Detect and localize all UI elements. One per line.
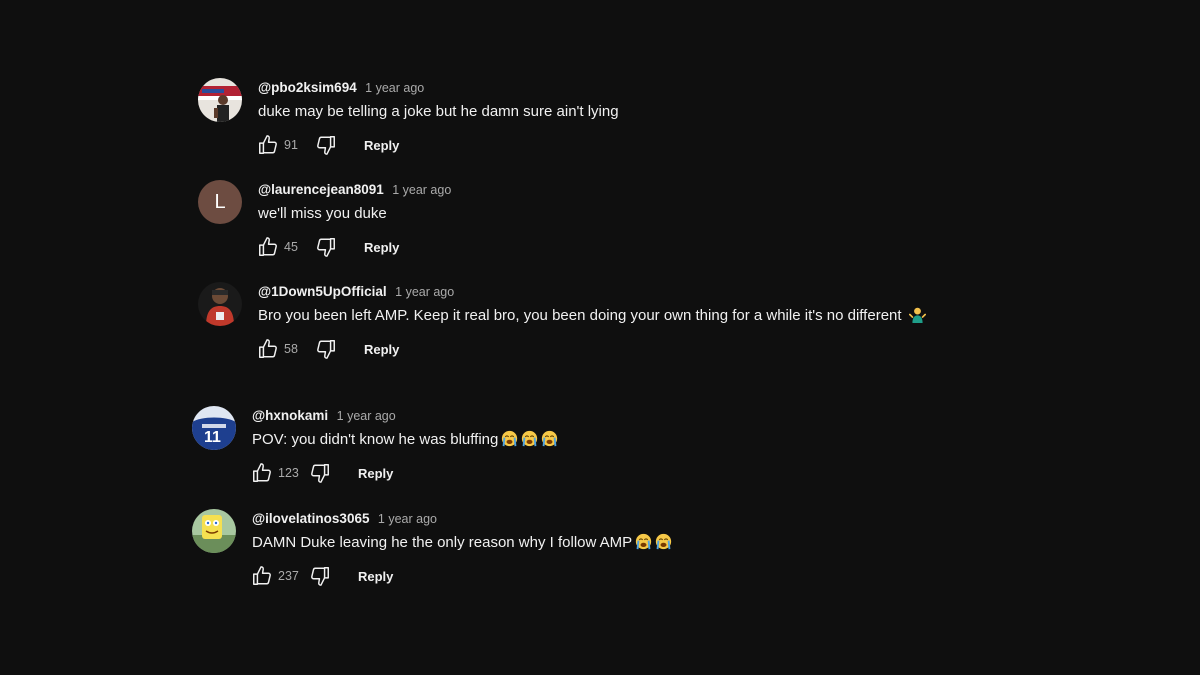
comment-text: we'll miss you duke (258, 203, 387, 225)
dislike-button[interactable] (314, 337, 338, 361)
thumbs-down-icon (317, 136, 335, 155)
avatar-photo (198, 282, 242, 326)
comment: 11 @hxnokami 1 year ago POV: you didn't … (192, 406, 1092, 496)
comment-actions: 58 Reply (256, 337, 399, 361)
comment: L @laurencejean8091 1 year ago we'll mis… (198, 180, 1098, 270)
loudly-crying-face-emoji (636, 533, 652, 550)
avatar-photo (198, 78, 242, 122)
like-count: 58 (284, 342, 298, 356)
comment-author[interactable]: @pbo2ksim694 (258, 80, 357, 95)
comment: @ilovelatinos3065 1 year ago DAMN Duke l… (192, 509, 1092, 599)
comment-actions: 123 Reply (250, 461, 393, 485)
svg-text:11: 11 (204, 429, 221, 446)
reply-button[interactable]: Reply (364, 342, 399, 357)
like-count: 123 (278, 466, 299, 480)
comment-header: @1Down5UpOfficial 1 year ago (258, 282, 454, 302)
avatar[interactable] (192, 509, 236, 553)
comment-timestamp[interactable]: 1 year ago (378, 512, 437, 526)
like-count: 45 (284, 240, 298, 254)
comment: @pbo2ksim694 1 year ago duke may be tell… (198, 78, 1098, 168)
thumbs-up-icon (259, 339, 277, 358)
comment-actions: 91 Reply (256, 133, 399, 157)
comment-timestamp[interactable]: 1 year ago (337, 409, 396, 423)
like-button[interactable] (256, 337, 280, 361)
dislike-button[interactable] (314, 235, 338, 259)
reply-button[interactable]: Reply (358, 569, 393, 584)
dislike-button[interactable] (308, 564, 332, 588)
person-shrugging-emoji (908, 307, 926, 323)
thumbs-up-icon (259, 135, 277, 154)
comment-header: @ilovelatinos3065 1 year ago (252, 509, 437, 529)
comment-text: duke may be telling a joke but he damn s… (258, 101, 619, 123)
reply-button[interactable]: Reply (364, 240, 399, 255)
like-button[interactable] (256, 133, 280, 157)
comment-timestamp[interactable]: 1 year ago (365, 81, 424, 95)
loudly-crying-face-emoji (656, 533, 672, 550)
reply-button[interactable]: Reply (358, 466, 393, 481)
loudly-crying-face-emoji (522, 430, 538, 447)
comment-text-content: Bro you been left AMP. Keep it real bro,… (258, 307, 902, 324)
avatar-letter: L (214, 190, 226, 213)
avatar[interactable]: L (198, 180, 242, 224)
comment-header: @laurencejean8091 1 year ago (258, 180, 451, 200)
comment-author[interactable]: @1Down5UpOfficial (258, 284, 387, 299)
avatar-photo: 11 (192, 406, 236, 450)
thumbs-down-icon (311, 567, 329, 586)
like-button[interactable] (256, 235, 280, 259)
comment-text-content: POV: you didn't know he was bluffing (252, 431, 499, 448)
comment-text: Bro you been left AMP. Keep it real bro,… (258, 305, 926, 327)
thumbs-down-icon (317, 340, 335, 359)
avatar[interactable] (198, 78, 242, 122)
comment: @1Down5UpOfficial 1 year ago Bro you bee… (198, 282, 1098, 372)
avatar-photo (192, 509, 236, 553)
comment-header: @hxnokami 1 year ago (252, 406, 396, 426)
avatar[interactable] (198, 282, 242, 326)
comment-actions: 45 Reply (256, 235, 399, 259)
comment-author[interactable]: @hxnokami (252, 408, 328, 423)
comment-text-content: DAMN Duke leaving he the only reason why… (252, 534, 633, 551)
comment-timestamp[interactable]: 1 year ago (395, 285, 454, 299)
comment-text: DAMN Duke leaving he the only reason why… (252, 532, 672, 554)
thumbs-down-icon (317, 238, 335, 257)
comment-text: POV: you didn't know he was bluffing (252, 429, 558, 451)
like-button[interactable] (250, 461, 274, 485)
dislike-button[interactable] (314, 133, 338, 157)
like-button[interactable] (250, 564, 274, 588)
like-count: 237 (278, 569, 299, 583)
loudly-crying-face-emoji (542, 430, 558, 447)
loudly-crying-face-emoji (502, 430, 518, 447)
comment-author[interactable]: @ilovelatinos3065 (252, 511, 369, 526)
thumbs-up-icon (253, 566, 271, 585)
dislike-button[interactable] (308, 461, 332, 485)
thumbs-up-icon (259, 237, 277, 256)
comment-author[interactable]: @laurencejean8091 (258, 182, 384, 197)
thumbs-down-icon (311, 464, 329, 483)
comment-timestamp[interactable]: 1 year ago (392, 183, 451, 197)
reply-button[interactable]: Reply (364, 138, 399, 153)
comment-text-content: we'll miss you duke (258, 205, 387, 222)
comment-actions: 237 Reply (250, 564, 393, 588)
like-count: 91 (284, 138, 298, 152)
comment-header: @pbo2ksim694 1 year ago (258, 78, 424, 98)
comment-text-content: duke may be telling a joke but he damn s… (258, 103, 619, 120)
avatar[interactable]: 11 (192, 406, 236, 450)
thumbs-up-icon (253, 463, 271, 482)
